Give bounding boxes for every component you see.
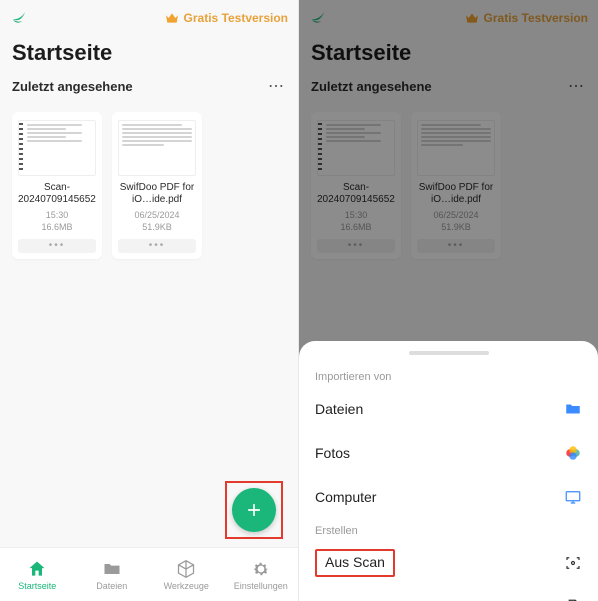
- file-more-icon[interactable]: •••: [118, 239, 196, 253]
- monitor-icon: [564, 488, 582, 506]
- file-size: 51.9KB: [118, 222, 196, 233]
- home-icon: [27, 559, 47, 579]
- file-card[interactable]: Scan-20240709145652.pdf 15:30 16.6MB •••: [12, 112, 102, 259]
- file-more-icon[interactable]: •••: [18, 239, 96, 253]
- action-sheet: Importieren von Dateien Fotos Computer E…: [299, 341, 598, 601]
- file-time: 15:30: [18, 210, 96, 221]
- group-import: Importieren von: [299, 365, 598, 387]
- scan-icon: [564, 554, 582, 572]
- screen-sheet-open: Gratis Testversion Startseite Zuletzt an…: [299, 0, 598, 601]
- gear-icon: [251, 559, 271, 579]
- swift-logo-icon: [10, 9, 28, 27]
- plus-icon: [244, 500, 264, 520]
- recent-cards: Scan-20240709145652.pdf 15:30 16.6MB •••…: [0, 102, 298, 259]
- topbar: Gratis Testversion: [0, 0, 298, 30]
- sheet-row-blank[interactable]: Leere PDF: [299, 585, 598, 601]
- file-thumb: [118, 120, 196, 176]
- page-title: Startseite: [0, 30, 298, 70]
- crown-icon: [164, 10, 180, 26]
- folder-icon: [102, 559, 122, 579]
- add-button[interactable]: [232, 488, 276, 532]
- trial-label[interactable]: Gratis Testversion: [184, 11, 288, 25]
- nav-home[interactable]: Startseite: [0, 548, 75, 601]
- file-card[interactable]: SwifDoo PDF for iO…ide.pdf 06/25/2024 51…: [112, 112, 202, 259]
- nav-files[interactable]: Dateien: [75, 548, 150, 601]
- nav-tools[interactable]: Werkzeuge: [149, 548, 224, 601]
- nav-settings[interactable]: Einstellungen: [224, 548, 299, 601]
- file-time: 06/25/2024: [118, 210, 196, 221]
- recent-label: Zuletzt angesehene: [12, 79, 268, 94]
- cube-icon: [176, 559, 196, 579]
- file-thumb: [18, 120, 96, 176]
- sheet-row-computer[interactable]: Computer: [299, 475, 598, 519]
- sheet-handle[interactable]: [409, 351, 489, 355]
- sheet-row-photos[interactable]: Fotos: [299, 431, 598, 475]
- more-icon[interactable]: ⋯: [268, 76, 286, 96]
- sheet-row-scan[interactable]: Aus Scan: [299, 541, 598, 585]
- bottom-nav: Startseite Dateien Werkzeuge Einstellung…: [0, 547, 298, 601]
- fab-highlight: [225, 481, 283, 539]
- recent-header: Zuletzt angesehene ⋯: [0, 70, 298, 102]
- folder-icon: [564, 400, 582, 418]
- file-name: Scan-20240709145652.pdf: [18, 182, 96, 206]
- group-create: Erstellen: [299, 519, 598, 541]
- file-name: SwifDoo PDF for iO…ide.pdf: [118, 182, 196, 206]
- photos-icon: [564, 444, 582, 462]
- sheet-row-files[interactable]: Dateien: [299, 387, 598, 431]
- file-size: 16.6MB: [18, 222, 96, 233]
- screen-normal: Gratis Testversion Startseite Zuletzt an…: [0, 0, 299, 601]
